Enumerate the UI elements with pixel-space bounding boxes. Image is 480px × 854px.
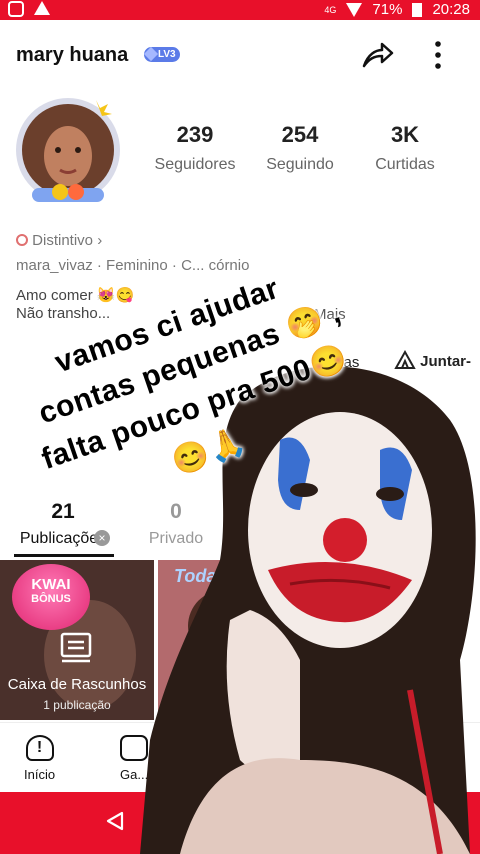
share-button[interactable] (360, 38, 394, 72)
publications-count: 21 (51, 500, 75, 523)
profile-extra: C... córnio (181, 257, 250, 274)
drafts-icon (60, 632, 92, 663)
followers-stat[interactable]: 239 Seguidores (140, 122, 250, 174)
likes-stat[interactable]: 3K Curtidas (350, 122, 460, 174)
followers-count: 239 (176, 122, 214, 147)
back-triangle-icon[interactable] (104, 810, 126, 832)
kwai-bonus-promo[interactable]: KWAI BÔNUS (12, 564, 90, 630)
promo-line: KWAI (31, 576, 71, 593)
home-info-icon: ! (25, 735, 54, 761)
drafts-count: 1 publicação (43, 698, 111, 712)
badge-label: Distintivo (32, 232, 94, 249)
close-circle-icon[interactable]: × (94, 530, 110, 546)
overlay-person-sticker (140, 366, 476, 854)
bio-line: Amo comer 😻😋 (16, 287, 135, 304)
badge-icon (16, 234, 28, 246)
following-stat[interactable]: 254 Seguindo (245, 122, 355, 174)
likes-label: Curtidas (375, 156, 435, 173)
profile-handle: mara_vivaz (16, 257, 93, 274)
more-vertical-icon (435, 41, 441, 69)
promo-line: BÔNUS (31, 593, 71, 605)
level-badge[interactable]: LV3 (144, 47, 180, 62)
badge-link[interactable]: Distintivo › (16, 232, 102, 249)
followers-label: Seguidores (154, 156, 236, 173)
profile-username: mary huana (16, 44, 129, 66)
instagram-icon (8, 1, 24, 17)
network-indicator: 4G (324, 4, 337, 15)
avatar-image (16, 98, 120, 202)
more-button[interactable] (426, 38, 450, 72)
drafts-cell[interactable]: KWAI BÔNUS Caixa de Rascunhos 1 publicaç… (0, 560, 154, 720)
tab-underline (14, 554, 114, 557)
avatar[interactable] (12, 96, 124, 208)
nav-home-label: Início (24, 767, 56, 782)
drafts-label: Caixa de Rascunhos (7, 676, 147, 693)
profile-screen: 4G 71% 20:28 mary huana LV3 239 Seguidor… (0, 0, 480, 854)
chevron-right-icon: › (97, 232, 103, 249)
bio-line: Não transho... (16, 305, 111, 322)
wifi-icon (346, 2, 363, 17)
share-arrow-icon (362, 42, 394, 68)
profile-header: mary huana LV3 (0, 20, 480, 84)
battery-icon (412, 2, 423, 17)
following-count: 254 (281, 122, 319, 147)
likes-count: 3K (390, 122, 420, 147)
nav-home[interactable]: ! Início (24, 735, 55, 782)
notification-icon (34, 1, 50, 15)
clock: 20:28 (432, 1, 470, 18)
profile-meta: mara_vivaz · Feminino · C... córnio (16, 257, 250, 274)
following-label: Seguindo (266, 156, 334, 173)
battery-level: 71% (372, 1, 403, 18)
profile-bio: Amo comer 😻😋 Não transho... (16, 287, 134, 323)
status-bar: 4G 71% 20:28 (0, 0, 480, 20)
profile-gender: Feminino (106, 257, 168, 274)
